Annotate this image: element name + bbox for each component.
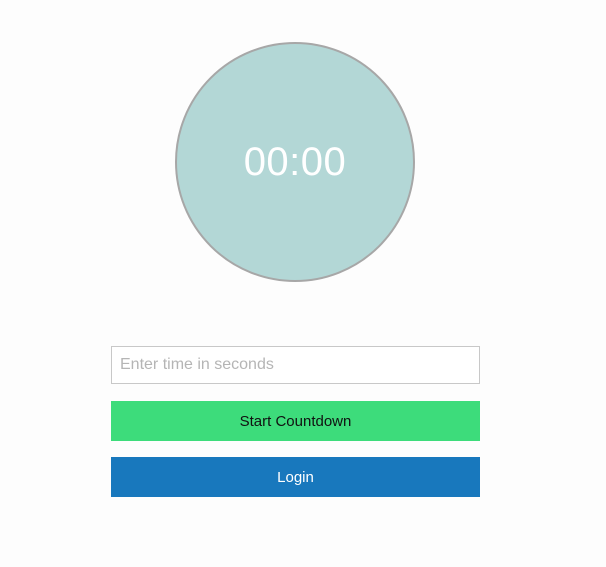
timer-circle: 00:00 bbox=[175, 42, 415, 282]
start-countdown-button[interactable]: Start Countdown bbox=[111, 401, 480, 441]
time-seconds-input[interactable] bbox=[111, 346, 480, 384]
timer-display: 00:00 bbox=[243, 139, 347, 184]
countdown-page: 00:00 Start Countdown Login bbox=[0, 0, 606, 567]
login-button[interactable]: Login bbox=[111, 457, 480, 497]
countdown-form: Start Countdown Login bbox=[111, 346, 480, 497]
